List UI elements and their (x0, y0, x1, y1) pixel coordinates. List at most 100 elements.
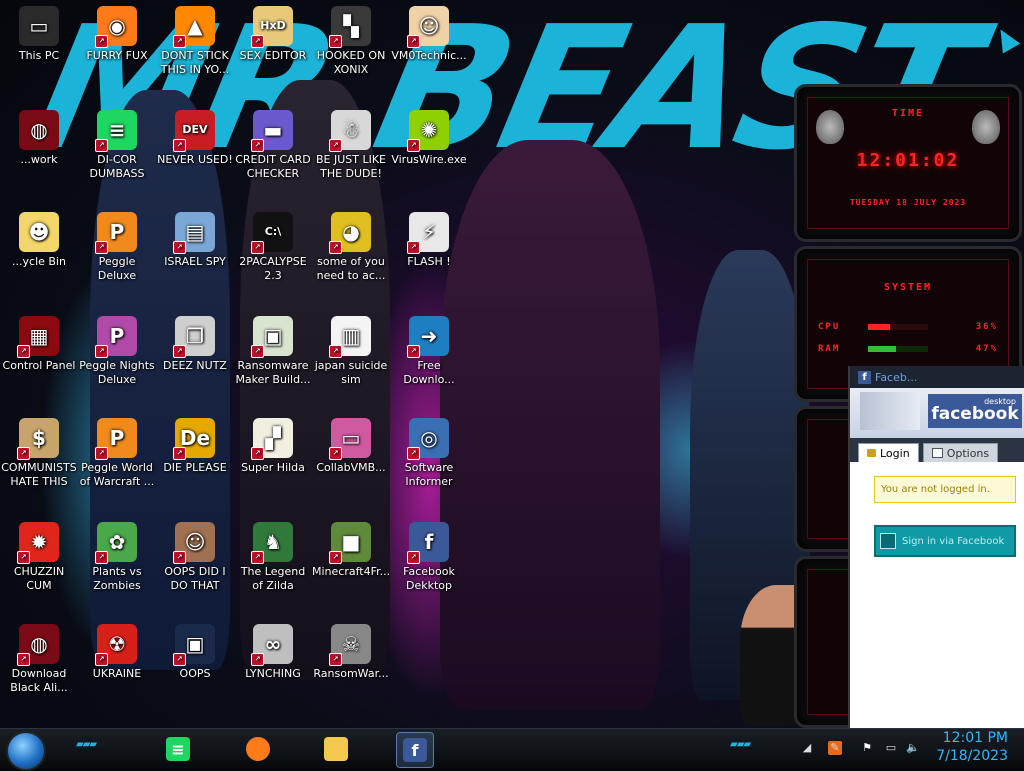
desktop-shortcut[interactable]: ☻ ...ycle Bin (0, 212, 78, 269)
desktop-shortcut[interactable]: ■ ↗ Minecraft4Fr... (312, 522, 390, 579)
desktop-shortcut[interactable]: ◕ ↗ some of you need to ac... (312, 212, 390, 283)
facebook-small-icon: f (858, 370, 871, 384)
desktop-shortcut[interactable]: ▬ ↗ CREDIT CARD CHECKER (234, 110, 312, 181)
tab-login[interactable]: Login (858, 443, 919, 462)
desktop-shortcut[interactable]: ☺ ↗ VM0Technic... (390, 6, 468, 63)
desktop-shortcut[interactable]: ◎ ↗ Software Informer (390, 418, 468, 489)
pixel-art-icon: ▞ ↗ (251, 418, 293, 460)
shortcut-arrow-icon: ↗ (407, 139, 420, 152)
document-icon: ▥ ↗ (329, 316, 371, 358)
desktop-shortcut-label: CHUZZIN CUM (13, 565, 65, 592)
desktop-shortcut[interactable]: ▣ ↗ OOPS (156, 624, 234, 681)
firefox-taskbar-button[interactable] (240, 732, 276, 766)
network-icon[interactable]: ▭ (884, 741, 898, 755)
shortcut-arrow-icon: ↗ (95, 551, 108, 564)
desktop-shortcut-label: SEX EDITOR (239, 49, 307, 62)
desktop-shortcut-label: The Legend of Zilda (240, 565, 306, 592)
desktop-shortcut[interactable]: ▞ ↗ Super Hilda (234, 418, 312, 475)
desktop-shortcut[interactable]: $↗COMMUNISTS HATE THIS G... (0, 418, 78, 491)
desktop-shortcut[interactable]: ☢ ↗ UKRAINE (78, 624, 156, 681)
desktop-shortcut-label: ...ycle Bin (12, 255, 66, 268)
desktop-shortcut[interactable]: C:\ ↗ 2PACALYPSE 2.3 (234, 212, 312, 283)
taskbar: ▰▰▰ ▰▰▰ ≡ f ◢ ✎ ⚑ ▭ 🔈 12:01 PM 7/18/2023 (0, 728, 1024, 771)
desktop-shortcut[interactable]: ▭ This PC (0, 6, 78, 63)
desktop-shortcut[interactable]: ▣ ↗ Ransomware Maker Build... (234, 316, 312, 387)
desktop-shortcut[interactable]: DEV ↗ NEVER USED! (156, 110, 234, 167)
shortcut-arrow-icon: ↗ (251, 35, 264, 48)
desktop-shortcut[interactable]: ✺ ↗ VirusWire.exe (390, 110, 468, 167)
desktop-shortcut[interactable]: ☠ ↗ RansomWar... (312, 624, 390, 681)
shortcut-arrow-icon: ↗ (407, 551, 420, 564)
rope-knot-icon: ∞ ↗ (251, 624, 293, 666)
desktop-shortcut[interactable]: P ↗ Peggle Deluxe (78, 212, 156, 283)
ram-label: RAM (818, 344, 841, 354)
desktop-shortcut-label: Peggle Nights Deluxe (79, 359, 155, 386)
desktop-shortcut[interactable]: ⚡ ↗ FLASH ! (390, 212, 468, 269)
santa-face-icon: ☃ ↗ (329, 110, 371, 152)
peggle-icon: P ↗ (95, 316, 137, 358)
desktop-shortcut-label: ...work (20, 153, 58, 166)
taskbar-clock[interactable]: 12:01 PM 7/18/2023 (936, 729, 1008, 765)
desktop-shortcut-label: BE JUST LIKE THE DUDE! (315, 153, 387, 180)
desktop-shortcut-label: Ransomware Maker Build... (235, 359, 311, 386)
facebook-taskbar-button[interactable]: f (396, 732, 434, 768)
time-gadget-clock: 12:01:02 (856, 150, 960, 171)
desktop-shortcut[interactable]: ◍ ...work (0, 110, 78, 167)
desktop-shortcut[interactable]: ▥ ↗ japan suicide sim (312, 316, 390, 387)
shortcut-arrow-icon: ↗ (407, 241, 420, 254)
desktop-shortcut-label: NEVER USED! (157, 153, 233, 166)
desktop-shortcut[interactable]: ▤ ↗ ISRAEL SPY (156, 212, 234, 269)
desktop-shortcut[interactable]: ❐ ↗ DEEZ NUTZ (156, 316, 234, 373)
desktop-shortcut[interactable]: ➜ ↗ Free Downlo... (390, 316, 468, 387)
shortcut-arrow-icon: ↗ (95, 345, 108, 358)
sign-in-facebook-button[interactable]: Sign in via Facebook (874, 525, 1016, 557)
desktop-shortcut[interactable]: P ↗ Peggle Nights Deluxe (78, 316, 156, 387)
lime-icon: ✺ ↗ (407, 110, 449, 152)
desktop-shortcut[interactable]: ☃ ↗ BE JUST LIKE THE DUDE! (312, 110, 390, 181)
cpu-meter-fill (868, 324, 890, 330)
desktop-shortcut[interactable]: ♞ ↗ The Legend of Zilda (234, 522, 312, 593)
desktop-shortcut[interactable]: ∞ ↗ LYNCHING (234, 624, 312, 681)
file-explorer-taskbar-button[interactable] (318, 732, 354, 766)
volume-icon[interactable]: 🔈 (906, 741, 920, 755)
desktop-shortcut[interactable]: ☺ ↗ OOPS DID I DO THAT (156, 522, 234, 593)
desktop-shortcut[interactable]: ✿ ↗ Plants vs Zombies (78, 522, 156, 593)
tab-options[interactable]: Options (922, 443, 999, 462)
facebook-desktop-window[interactable]: f Faceb... desktop facebook Login Option… (848, 366, 1024, 728)
desktop-shortcut[interactable]: HxD ↗ SEX EDITOR (234, 6, 312, 63)
desktop-shortcut-label: FURRY FUX (86, 49, 148, 62)
desktop-shortcut[interactable]: ◉ ↗ FURRY FUX (78, 6, 156, 63)
show-hidden-icons-chevron-icon[interactable]: ◢ (800, 741, 814, 755)
spotify-taskbar-button[interactable]: ≡ (160, 732, 196, 766)
desktop-shortcut-label: UKRAINE (92, 667, 142, 680)
notification-app-icon[interactable]: ✎ (828, 741, 842, 755)
facebook-tab-strip: Login Options (850, 438, 1024, 462)
shortcut-arrow-icon: ↗ (251, 551, 264, 564)
desktop-shortcut-label: 2PACALYPSE 2.3 (239, 255, 307, 282)
desktop-shortcut[interactable]: ◍ ↗ Download Black Ali... (0, 624, 78, 695)
time-gadget[interactable]: TIME 12:01:02 TUESDAY 18 JULY 2023 (794, 84, 1022, 242)
desktop-shortcut[interactable]: ▭ ↗ CollabVMB... (312, 418, 390, 475)
desktop-shortcut-label: DEEZ NUTZ (163, 359, 227, 372)
shortcut-arrow-icon: ↗ (17, 551, 30, 564)
desktop-shortcut[interactable]: ▲ ↗ DONT STICK THIS IN YO... (156, 6, 234, 77)
desktop-shortcut[interactable]: ✹ ↗ CHUZZIN CUM (0, 522, 78, 593)
desktop-shortcut[interactable]: P ↗ Peggle World of Warcraft ... (78, 418, 156, 489)
desktop-shortcut[interactable]: ≡ ↗ DI-COR DUMBASS (78, 110, 156, 181)
terminal-icon: C:\ ↗ (251, 212, 293, 254)
chuzzle-icon: ✹ ↗ (17, 522, 59, 564)
start-button[interactable] (6, 731, 46, 771)
flag-alert-icon[interactable]: ⚑ (860, 741, 874, 755)
desktop-shortcut-label: Super Hilda (241, 461, 305, 474)
desktop-shortcut-label: Peggle Deluxe (97, 255, 137, 282)
desktop-shortcut-label: CollabVMB... (316, 461, 386, 474)
shortcut-arrow-icon: ↗ (329, 345, 342, 358)
clock-time: 12:01 PM (942, 730, 1008, 746)
desktop-shortcut[interactable]: ▚ ↗ HOOKED ON XONIX (312, 6, 390, 77)
desktop-shortcut[interactable]: ▦ ↗ Control Panel (0, 316, 78, 373)
desktop-shortcut-label: RansomWar... (313, 667, 389, 680)
desktop-shortcut[interactable]: f ↗ Facebook Dekktop (390, 522, 468, 593)
shortcut-arrow-icon: ↗ (17, 653, 30, 666)
magnifier-icon: ◎ ↗ (407, 418, 449, 460)
desktop-shortcut[interactable]: De ↗ DIE PLEASE (156, 418, 234, 475)
